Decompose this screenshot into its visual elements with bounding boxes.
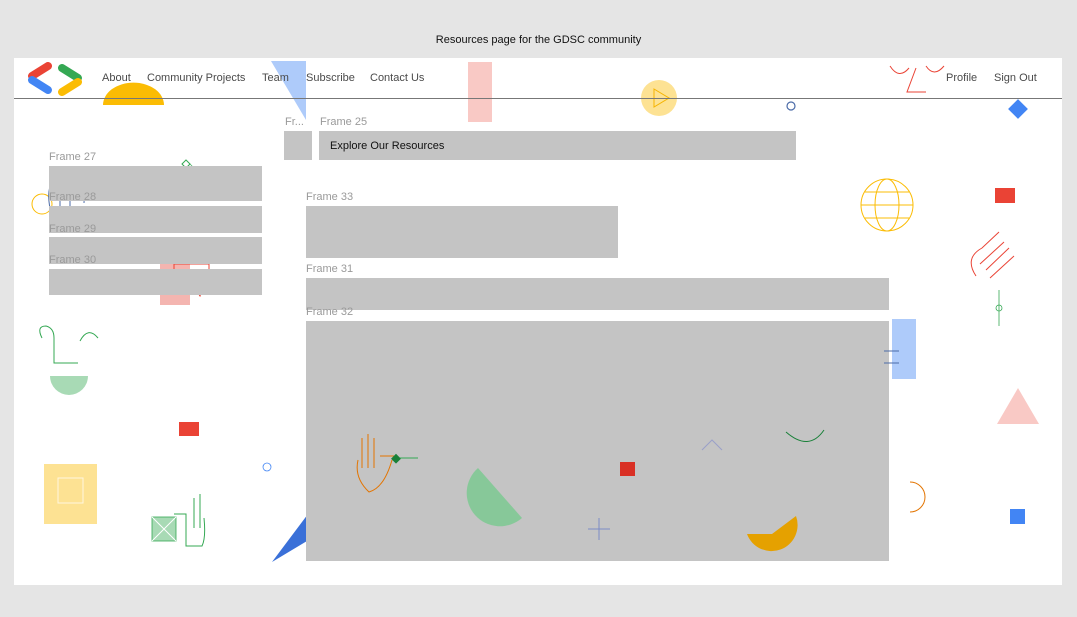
- globe-icon: [860, 178, 914, 232]
- frame-label: Frame 30: [49, 254, 97, 266]
- blue-triangle-top-shape: [271, 61, 306, 120]
- frame-30[interactable]: [49, 269, 262, 295]
- blue-diamond-shape: [1008, 99, 1028, 119]
- explore-resources-button-label[interactable]: Explore Our Resources: [330, 140, 444, 152]
- frame-label: Frame 33: [306, 191, 354, 203]
- green-bowl-shape: [50, 376, 88, 395]
- frame-label: Frame 29: [49, 223, 97, 235]
- small-frame: [284, 131, 312, 160]
- frame-32[interactable]: [306, 321, 889, 561]
- green-hand-icon: [174, 494, 206, 547]
- red-square-right-shape: [995, 188, 1015, 203]
- green-crossed-box-icon: [151, 516, 177, 542]
- nav-profile-link[interactable]: Profile: [946, 72, 977, 84]
- red-v-line-icon: [889, 65, 926, 93]
- red-arc-icon: [925, 65, 945, 73]
- green-face-icon: [39, 325, 99, 364]
- blue-square-right-shape: [1010, 509, 1025, 524]
- orange-arc-right-icon: [909, 481, 926, 513]
- red-hand-icon: [970, 231, 1015, 279]
- nav-sign-out-link[interactable]: Sign Out: [994, 72, 1037, 84]
- frame-33[interactable]: [306, 206, 618, 258]
- nav-about-link[interactable]: About: [102, 72, 131, 84]
- pink-bar-shape: [468, 62, 492, 122]
- frame-label: Fr...: [285, 116, 304, 128]
- frame-label: Frame 25: [320, 116, 368, 128]
- nav-team-link[interactable]: Team: [262, 72, 289, 84]
- frame-label: Frame 27: [49, 151, 97, 163]
- frame-label: Frame 28: [49, 191, 97, 203]
- small-blue-ring-left-icon: [262, 462, 272, 472]
- frame-label: Frame 31: [306, 263, 354, 275]
- frame-label: Frame 32: [306, 306, 354, 318]
- yellow-half-circle-shape: [103, 82, 164, 105]
- nav-contact-us-link[interactable]: Contact Us: [370, 72, 424, 84]
- nav-subscribe-link[interactable]: Subscribe: [306, 72, 355, 84]
- red-square-left-shape: [179, 422, 199, 436]
- nav-community-projects-link[interactable]: Community Projects: [147, 72, 245, 84]
- blue-bar-right-shape: [892, 319, 916, 379]
- frame-31[interactable]: [306, 278, 889, 310]
- nav-divider: [14, 98, 1062, 99]
- explore-resources-frame[interactable]: Explore Our Resources: [319, 131, 796, 160]
- canvas-title: Resources page for the GDSC community: [435, 34, 642, 46]
- resources-page: About Community Projects Team Subscribe …: [14, 58, 1062, 585]
- pink-triangle-shape: [997, 388, 1039, 424]
- yellow-frame-shape: [44, 464, 97, 524]
- gdsc-logo-icon[interactable]: [24, 62, 88, 96]
- small-blue-ring-icon: [786, 101, 796, 111]
